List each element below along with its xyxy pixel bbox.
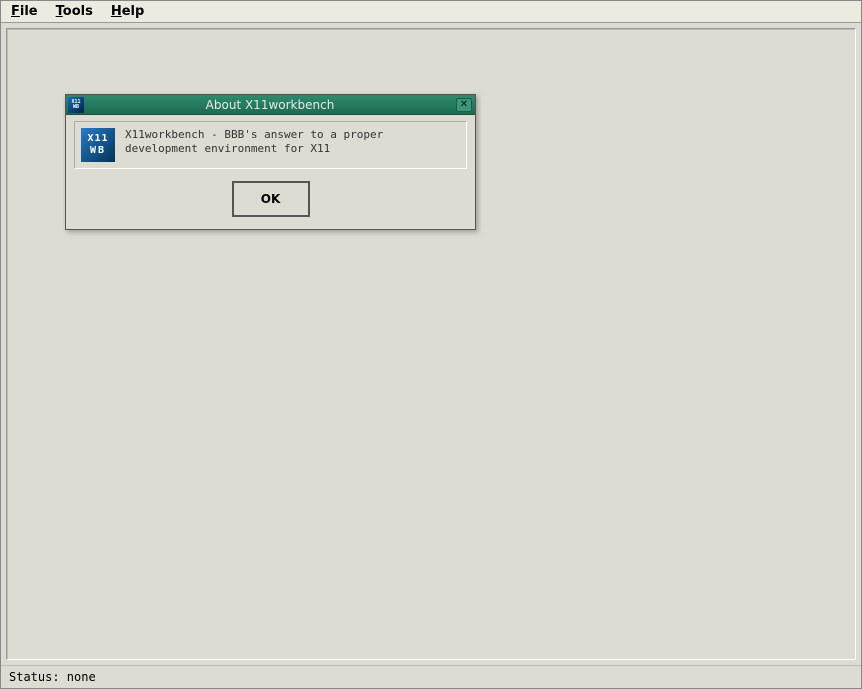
menu-help[interactable]: Help — [111, 4, 144, 19]
app-icon: X11 WB — [81, 128, 115, 162]
menu-tools-label: ools — [63, 4, 93, 19]
menubar: File Tools Help — [1, 1, 861, 23]
dialog-body: X11 WB X11workbench - BBB's answer to a … — [66, 115, 475, 229]
statusbar: Status: none — [1, 665, 861, 688]
status-text: Status: none — [9, 670, 96, 684]
menu-help-label: elp — [122, 4, 145, 19]
menu-file[interactable]: File — [11, 4, 38, 19]
button-row: OK — [74, 181, 467, 217]
app-icon-line2: WB — [90, 145, 106, 157]
dialog-message: X11workbench - BBB's answer to a proper … — [125, 128, 460, 162]
ok-button[interactable]: OK — [232, 181, 310, 217]
close-button[interactable]: ✕ — [456, 98, 472, 112]
about-dialog: X11 WB About X11workbench ✕ X11 WB X11wo… — [65, 94, 476, 230]
message-box: X11 WB X11workbench - BBB's answer to a … — [74, 121, 467, 169]
app-icon-line1: X11 — [87, 133, 108, 145]
menu-file-label: ile — [20, 4, 38, 19]
dialog-title: About X11workbench — [84, 98, 456, 112]
app-icon-small: X11 WB — [68, 97, 84, 113]
dialog-titlebar[interactable]: X11 WB About X11workbench ✕ — [66, 95, 475, 115]
menu-tools[interactable]: Tools — [56, 4, 93, 19]
close-icon: ✕ — [460, 100, 468, 110]
